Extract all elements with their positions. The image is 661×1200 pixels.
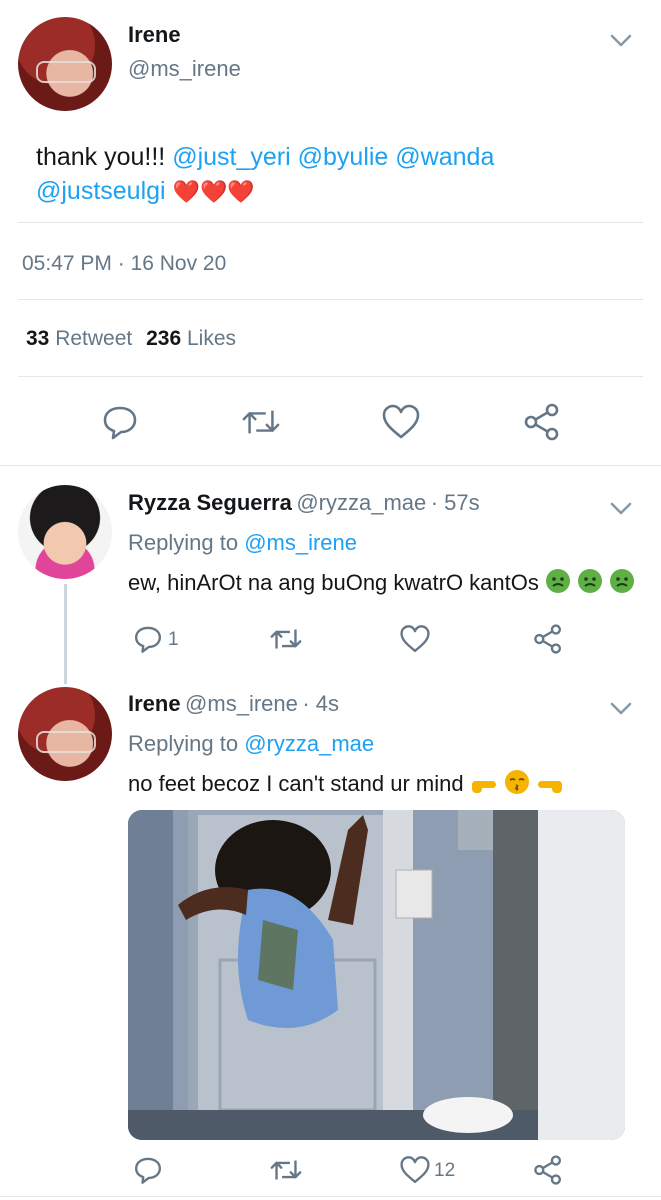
author-handle[interactable]: @ms_irene: [185, 691, 298, 716]
divider: [18, 376, 643, 377]
replying-label: Replying to: [128, 530, 239, 555]
mention-link[interactable]: @ms_irene: [244, 530, 357, 555]
avatar[interactable]: [18, 687, 112, 781]
reply-time[interactable]: · 57s: [431, 490, 480, 515]
retweet-button[interactable]: [241, 402, 281, 442]
divider: [0, 1196, 661, 1197]
divider: [0, 465, 661, 466]
chevron-down-icon[interactable]: [610, 702, 632, 716]
mention-link[interactable]: @wanda: [395, 143, 494, 171]
reply-time[interactable]: · 4s: [302, 691, 339, 716]
reply-header: Ryzza Seguerra @ryzza_mae · 57s: [128, 490, 480, 516]
like-count: 236: [146, 327, 182, 350]
replying-to: Replying to @ryzza_mae: [128, 731, 374, 757]
reply-text-body: ew, hinArOt na ang buOng kwatrO kantOs: [128, 570, 539, 595]
author-handle[interactable]: @ms_irene: [128, 56, 241, 82]
tweet-timestamp[interactable]: 05:47 PM · 16 Nov 20: [22, 252, 226, 276]
reply-icon: [134, 1157, 162, 1184]
photo-illustration: [128, 810, 625, 1140]
share-icon: [524, 403, 559, 441]
reply-text-body: no feet becoz I can't stand ur mind: [128, 771, 464, 796]
reply-text: ew, hinArOt na ang buOng kwatrO kantOs: [128, 568, 635, 596]
pointing-right-icon: [471, 781, 496, 793]
retweet-label: Retweet: [55, 327, 133, 350]
retweet-count: 33: [26, 327, 50, 350]
retweet-icon: [270, 1160, 302, 1180]
tweet-media-image[interactable]: [128, 810, 625, 1140]
pointing-left-icon: [538, 781, 562, 793]
avatar[interactable]: [18, 485, 112, 579]
replying-label: Replying to: [128, 731, 239, 756]
author-name[interactable]: Irene: [128, 691, 181, 716]
chevron-down-icon[interactable]: [610, 34, 632, 48]
mention-link[interactable]: @byulie: [298, 143, 389, 171]
author-name[interactable]: Ryzza Seguerra: [128, 490, 292, 515]
reply-button[interactable]: [100, 402, 140, 442]
mention-link[interactable]: @just_yeri: [172, 143, 290, 171]
share-icon: [534, 1155, 562, 1185]
retweet-button[interactable]: [266, 1150, 306, 1190]
reply-icon: [103, 406, 137, 440]
emoji-row: [470, 770, 564, 796]
reply-button[interactable]: [128, 619, 168, 659]
like-button[interactable]: [395, 619, 435, 659]
share-icon: [534, 624, 562, 654]
reply-header: Irene @ms_irene · 4s: [128, 691, 339, 717]
like-stat[interactable]: 236 Likes: [146, 327, 236, 350]
share-button[interactable]: [522, 402, 562, 442]
share-button[interactable]: [528, 619, 568, 659]
kissing-face-icon: [504, 770, 529, 794]
nauseated-emoji-row: [545, 569, 635, 595]
nauseated-face-icon: [546, 569, 571, 593]
avatar[interactable]: [18, 17, 112, 111]
author-handle[interactable]: @ryzza_mae: [296, 490, 426, 515]
reply-icon: [134, 626, 162, 653]
nauseated-face-icon: [578, 569, 603, 593]
like-icon: [382, 404, 420, 439]
retweet-icon: [270, 629, 302, 649]
like-button[interactable]: [381, 402, 421, 442]
reply-button[interactable]: [128, 1150, 168, 1190]
reply-count: 1: [168, 629, 179, 650]
replying-to: Replying to @ms_irene: [128, 530, 357, 556]
tweet-text: thank you!!! @just_yeri @byulie @wanda @…: [36, 140, 636, 209]
mention-link[interactable]: @justseulgi: [36, 177, 166, 205]
nauseated-face-icon: [610, 569, 635, 593]
tweet-text-prefix: thank you!!!: [36, 143, 166, 171]
engagement-stats: 33 Retweet 236 Likes: [26, 327, 236, 351]
like-button[interactable]: [395, 1150, 435, 1190]
share-button[interactable]: [528, 1150, 568, 1190]
divider: [18, 299, 643, 300]
like-count: 12: [434, 1160, 456, 1181]
retweet-button[interactable]: [266, 619, 306, 659]
hearts-emoji: ❤️❤️❤️: [172, 179, 255, 204]
retweet-stat[interactable]: 33 Retweet: [26, 327, 138, 350]
like-icon: [400, 1156, 430, 1184]
thread-line: [64, 584, 67, 684]
author-name[interactable]: Irene: [128, 22, 181, 48]
like-icon: [400, 625, 430, 653]
reply-text: no feet becoz I can't stand ur mind: [128, 769, 564, 797]
chevron-down-icon[interactable]: [610, 502, 632, 516]
like-label: Likes: [186, 327, 237, 350]
divider: [18, 222, 643, 223]
retweet-icon: [242, 410, 280, 434]
mention-link[interactable]: @ryzza_mae: [244, 731, 374, 756]
